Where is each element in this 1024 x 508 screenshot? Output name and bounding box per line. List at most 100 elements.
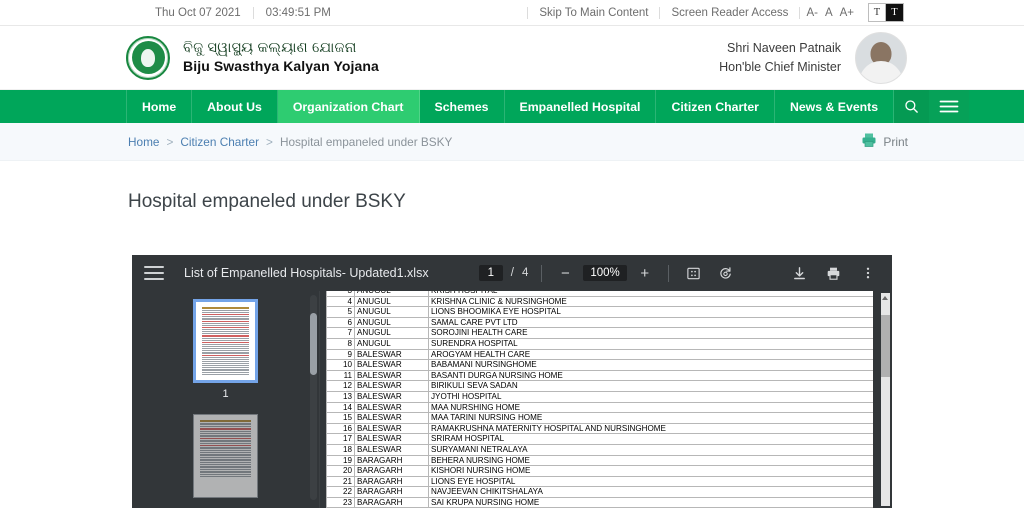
thumbnail-image <box>193 414 258 498</box>
cell-district: BARAGARH <box>354 496 429 508</box>
cell-serial-number: 9 <box>326 348 355 361</box>
font-decrease-button[interactable]: A- <box>806 7 818 19</box>
download-icon[interactable] <box>788 261 812 285</box>
table-row: 19 BARAGARH BEHERA NURSING HOME <box>326 454 874 467</box>
zoom-out-button[interactable]: − <box>555 266 575 281</box>
table-row: 14 BALESWAR MAA NURSHING HOME <box>326 401 874 414</box>
cell-district: BALESWAR <box>354 359 429 371</box>
pdf-vertical-scrollbar[interactable] <box>881 293 890 506</box>
skip-to-main-content-link[interactable]: Skip To Main Content <box>527 6 661 19</box>
cell-district: ANUGUL <box>354 306 429 318</box>
table-row: 12 BALESWAR BIRIKULI SEVA SADAN <box>326 380 874 392</box>
thumbnail-scrollbar[interactable] <box>310 295 317 500</box>
nav-actions <box>894 90 970 123</box>
print-page-button[interactable]: Print <box>861 132 908 151</box>
pdf-thumbnail-panel: 1 <box>132 291 320 508</box>
table-row: 4 ANUGUL KRISHNA CLINIC & NURSINGHOME <box>326 295 874 308</box>
thumbnail-page-2[interactable] <box>193 400 258 498</box>
breadcrumb-citizen-charter[interactable]: Citizen Charter <box>180 135 259 149</box>
scrollbar-thumb[interactable] <box>881 315 890 377</box>
cell-district: BALESWAR <box>354 380 429 392</box>
more-options-icon[interactable] <box>856 261 880 285</box>
scroll-up-arrow-icon[interactable] <box>882 296 888 300</box>
fit-to-page-icon[interactable] <box>682 261 706 285</box>
print-icon[interactable] <box>822 261 846 285</box>
breadcrumb-bar: Home > Citizen Charter > Hospital empane… <box>0 123 1024 161</box>
cell-hospital-name: LIONS EYE HOSPITAL <box>428 475 874 488</box>
table-row: 17 BALESWAR SRIRAM HOSPITAL <box>326 433 874 445</box>
theme-light-button[interactable]: T <box>869 4 886 21</box>
rotate-icon[interactable] <box>714 261 738 285</box>
breadcrumb-separator: > <box>166 134 174 149</box>
table-row: 23 BARAGARH SAI KRUPA NURSING HOME <box>326 496 874 508</box>
page-gap <box>873 291 881 508</box>
brand-title-english: Biju Swasthya Kalyan Yojana <box>183 58 379 75</box>
page-number-input[interactable]: 1 <box>478 265 503 281</box>
cell-serial-number: 4 <box>326 295 355 308</box>
cell-serial-number: 22 <box>326 486 355 498</box>
cell-serial-number: 5 <box>326 306 355 318</box>
cell-district: BALESWAR <box>354 443 429 456</box>
chief-minister-name: Shri Naveen Patnaik <box>727 41 841 56</box>
cell-hospital-name: SRIRAM HOSPITAL <box>428 433 874 445</box>
pdf-viewer: List of Empanelled Hospitals- Updated1.x… <box>132 255 892 508</box>
cell-hospital-name: KRISHNA CLINIC & NURSINGHOME <box>428 295 874 308</box>
main-navigation: Home About Us Organization Chart Schemes… <box>0 90 1024 123</box>
cell-serial-number: 17 <box>326 433 355 445</box>
pdf-file-name: List of Empanelled Hospitals- Updated1.x… <box>184 266 429 280</box>
font-increase-button[interactable]: A+ <box>840 7 854 19</box>
pdf-toolbar: List of Empanelled Hospitals- Updated1.x… <box>132 255 892 291</box>
breadcrumb-separator: > <box>266 134 273 149</box>
thumbnail-page-1[interactable]: 1 <box>193 299 258 400</box>
cell-district: ANUGUL <box>354 316 429 329</box>
table-row: 13 BALESWAR JYOTHI HOSPITAL <box>326 390 874 403</box>
bsky-logo-icon <box>126 35 170 80</box>
font-normal-button[interactable]: A <box>825 7 833 19</box>
nav-item-home[interactable]: Home <box>126 90 193 123</box>
search-icon[interactable] <box>894 90 930 123</box>
cell-serial-number: 16 <box>326 422 355 435</box>
toolbar-divider <box>667 264 669 282</box>
cell-serial-number: 13 <box>326 390 355 403</box>
nav-item-empanelled-hospital[interactable]: Empanelled Hospital <box>505 90 657 123</box>
theme-dark-button[interactable]: T <box>886 4 903 21</box>
cell-hospital-name: SAMAL CARE PVT LTD <box>428 316 874 329</box>
theme-toggle-group: T T <box>868 3 904 22</box>
brand-text: ବିଜୁ ସ୍ୱାସ୍ଥ୍ୟ କଲ୍ୟାଣ ଯୋଜନା Biju Swasthy… <box>183 39 379 75</box>
cell-district: BARAGARH <box>354 454 429 467</box>
sidebar-toggle-icon[interactable] <box>144 266 164 280</box>
cell-hospital-name: BASANTI DURGA NURSING HOME <box>428 369 874 382</box>
avatar <box>855 31 907 84</box>
cell-hospital-name: SURYAMANI NETRALAYA <box>428 443 874 456</box>
breadcrumb: Home > Citizen Charter > Hospital empane… <box>128 135 452 149</box>
nav-item-about-us[interactable]: About Us <box>192 90 278 123</box>
nav-item-citizen-charter[interactable]: Citizen Charter <box>656 90 775 123</box>
cell-serial-number: 14 <box>326 401 355 414</box>
cell-hospital-name: BIRIKULI SEVA SADAN <box>428 380 874 392</box>
cell-serial-number: 11 <box>326 369 355 382</box>
site-brand[interactable]: ବିଜୁ ସ୍ୱାସ୍ଥ୍ୟ କଲ୍ୟାଣ ଯୋଜନା Biju Swasthy… <box>126 35 379 80</box>
site-header: ବିଜୁ ସ୍ୱାସ୍ଥ୍ୟ କଲ୍ୟାଣ ଯୋଜନା Biju Swasthy… <box>0 26 1024 90</box>
cell-district: BALESWAR <box>354 390 429 403</box>
screen-reader-access-link[interactable]: Screen Reader Access <box>660 6 801 19</box>
cell-district: BARAGARH <box>354 465 429 477</box>
cell-district: ANUGUL <box>354 295 429 308</box>
table-row: 21 BARAGARH LIONS EYE HOSPITAL <box>326 475 874 488</box>
hamburger-menu-icon[interactable] <box>929 90 970 123</box>
nav-item-organization-chart[interactable]: Organization Chart <box>277 90 420 123</box>
cell-district: BALESWAR <box>354 412 429 424</box>
page-title: Hospital empaneled under BSKY <box>128 191 406 212</box>
nav-item-schemes[interactable]: Schemes <box>420 90 505 123</box>
nav-item-news-events[interactable]: News & Events <box>775 90 895 123</box>
breadcrumb-home[interactable]: Home <box>128 135 159 149</box>
cell-district: BALESWAR <box>354 433 429 445</box>
utility-links: Skip To Main Content Screen Reader Acces… <box>527 3 904 22</box>
table-row: 20 BARAGARH KISHORI NURSING HOME <box>326 465 874 477</box>
cell-serial-number: 15 <box>326 412 355 424</box>
utility-bar: Thu Oct 07 2021 03:49:51 PM Skip To Main… <box>0 0 1024 26</box>
cell-serial-number: 8 <box>326 337 355 350</box>
zoom-in-button[interactable]: + <box>635 266 655 281</box>
cell-serial-number: 18 <box>326 443 355 456</box>
page-separator: / <box>510 267 514 279</box>
printer-icon <box>861 132 877 151</box>
